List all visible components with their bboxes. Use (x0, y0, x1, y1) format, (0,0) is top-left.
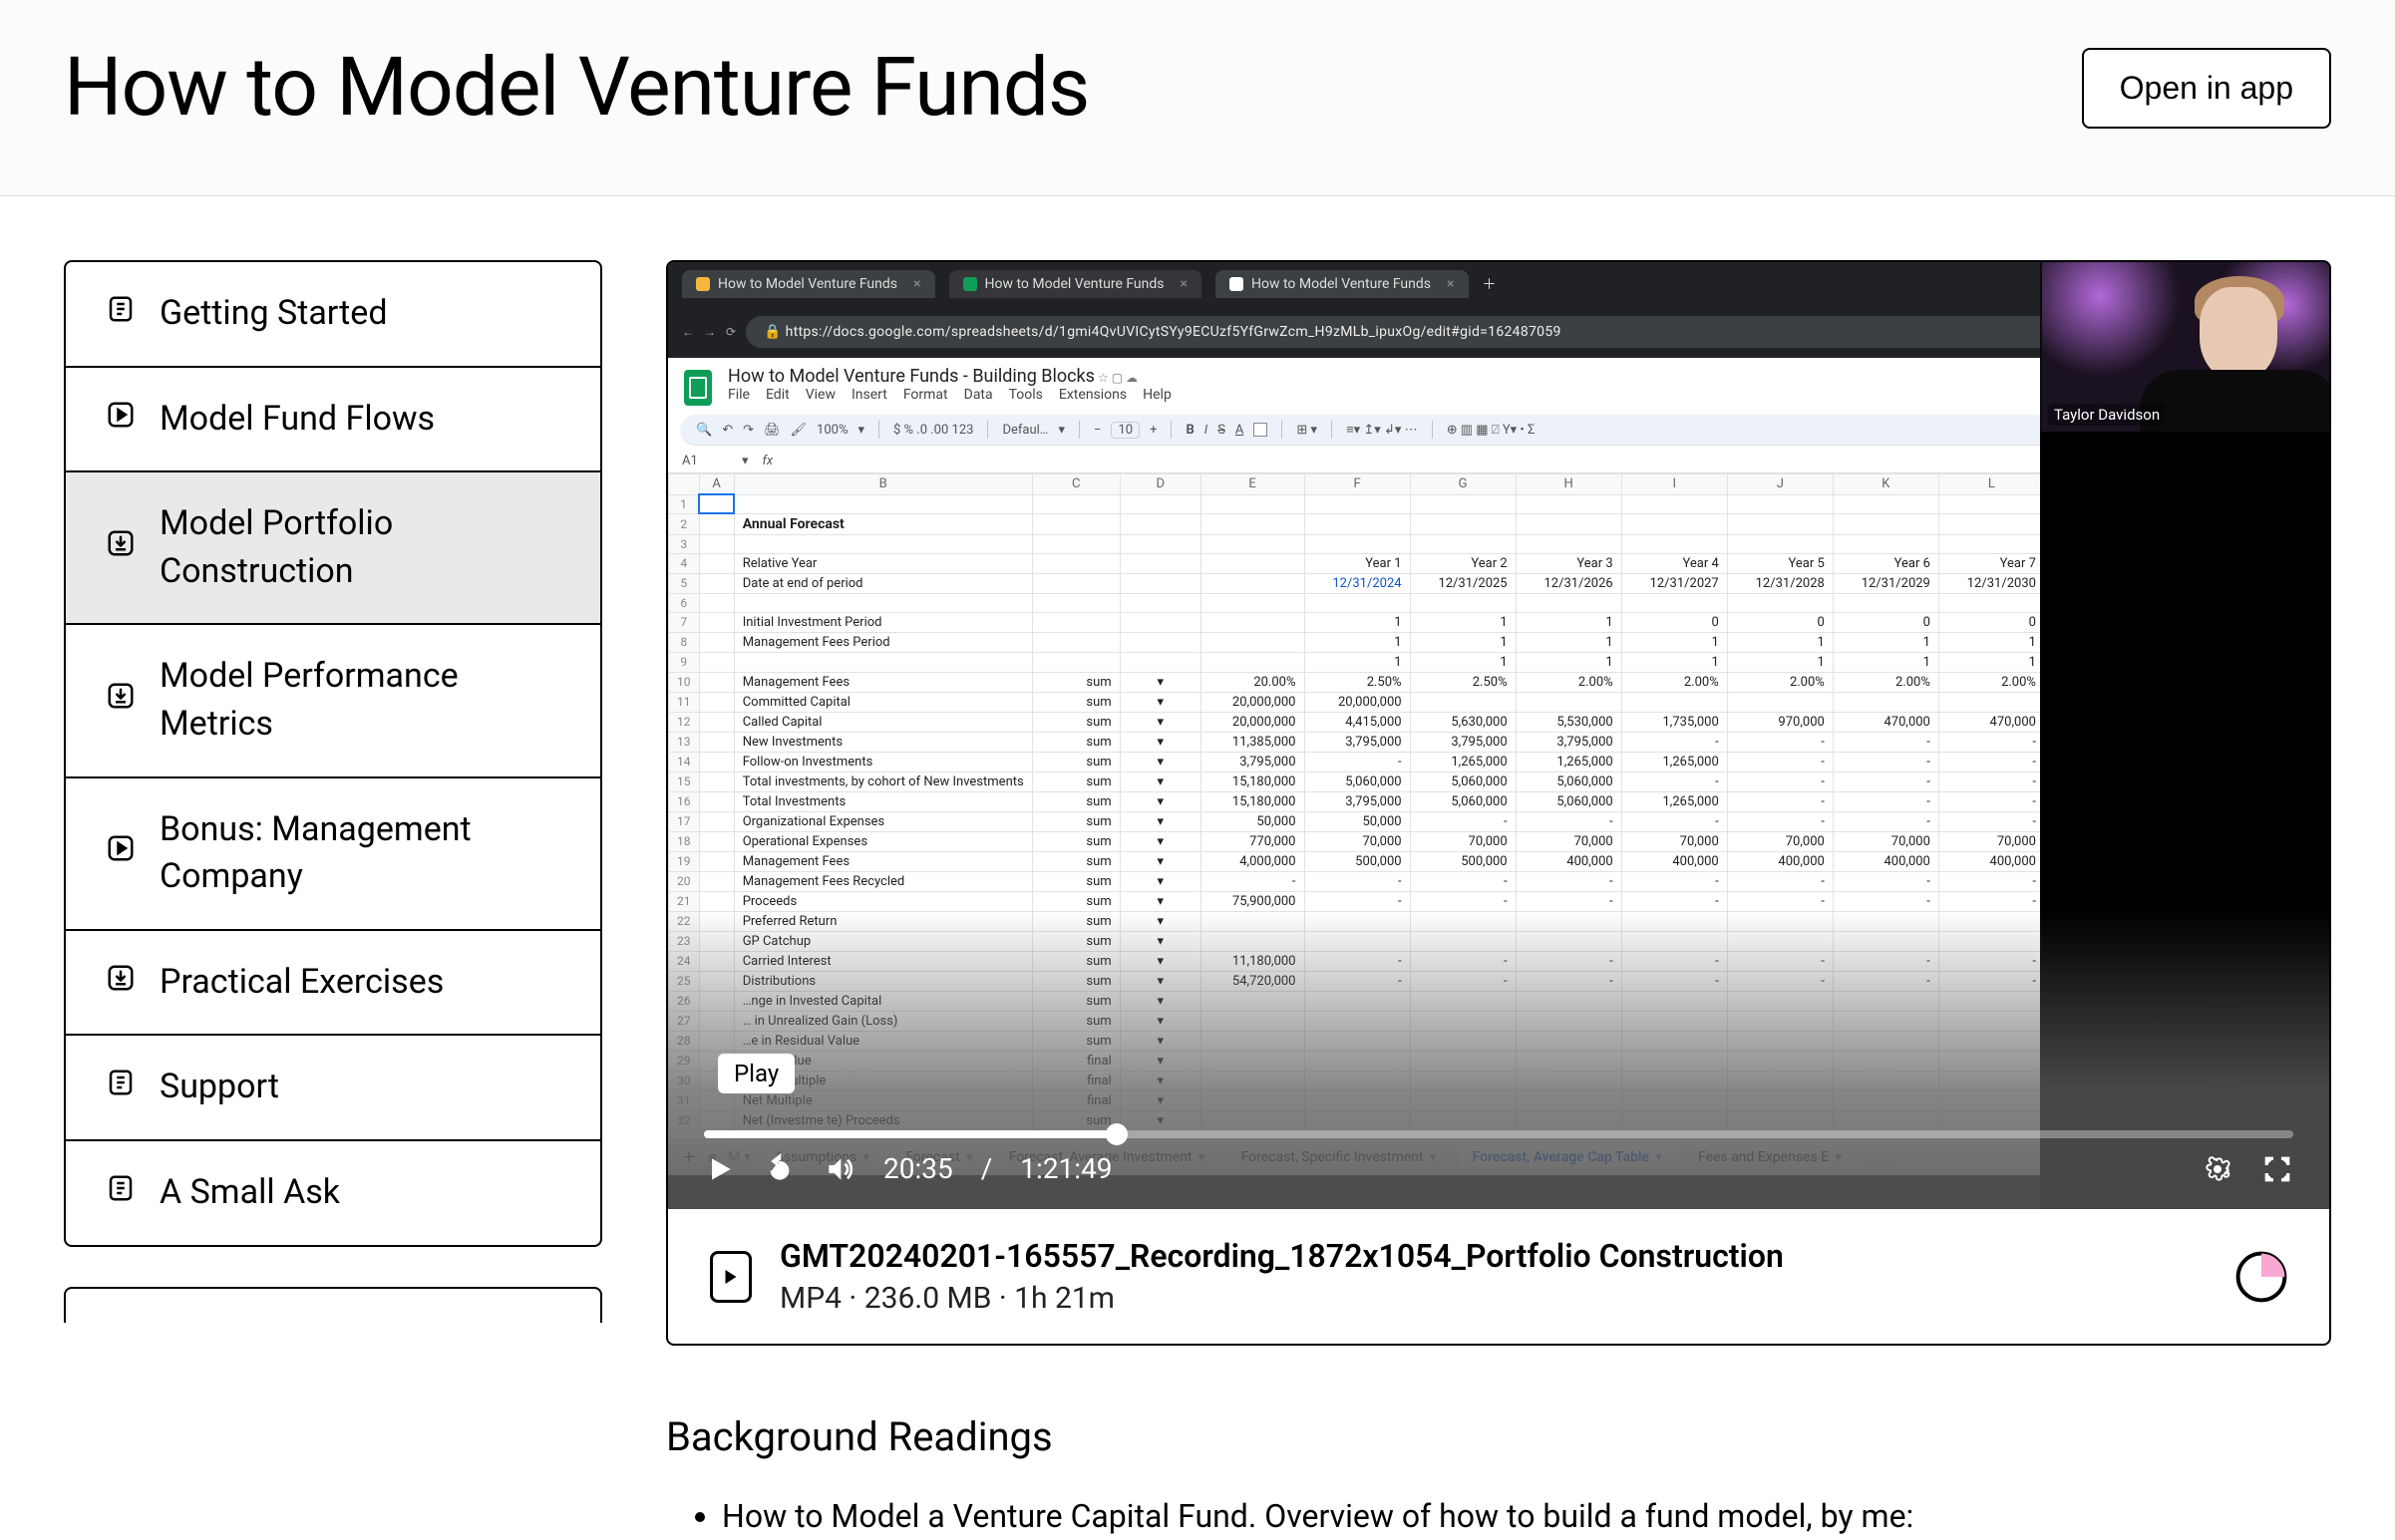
sidebar-item-label: Model Portfolio Construction (160, 500, 560, 595)
sidebar-item[interactable]: Model Fund Flows (66, 368, 600, 473)
redo-icon: ↷ (743, 423, 754, 438)
progress-ring (2235, 1251, 2287, 1303)
lesson-nav: Getting Started Model Fund Flows Model Por… (64, 260, 602, 1247)
star-icon: ☆ (1098, 371, 1109, 385)
doc-icon (106, 1169, 136, 1217)
print-icon: 🖨 (764, 423, 781, 438)
reading-item: How to Model a Venture Capital Fund. Ove… (722, 1492, 2331, 1540)
video-scrubber[interactable] (704, 1130, 2293, 1138)
readings-heading: Background Readings (666, 1413, 2331, 1460)
menu-item: File (728, 387, 750, 403)
sidebar-item[interactable]: Getting Started (66, 262, 600, 368)
download-icon (106, 677, 136, 725)
sidebar-item-label: Model Fund Flows (160, 396, 435, 444)
volume-icon[interactable] (824, 1153, 855, 1185)
browser-tab: How to Model Venture Funds× (1215, 270, 1469, 298)
fullscreen-icon[interactable] (2261, 1153, 2293, 1185)
video-player[interactable]: How to Model Venture Funds× How to Model … (668, 262, 2329, 1209)
video-file-icon (710, 1251, 752, 1303)
play-icon (106, 396, 136, 444)
sidebar-item-label: Model Performance Metrics (160, 653, 560, 748)
video-current-time: 20:35 (883, 1152, 953, 1185)
search-icon: 🔍 (696, 423, 712, 438)
main-content: How to Model Venture Funds× How to Model … (666, 260, 2331, 1540)
undo-icon: ↶ (722, 423, 733, 438)
page-header: How to Model Venture Funds Open in app (0, 0, 2395, 196)
sidebar-item[interactable]: A Small Ask (66, 1141, 600, 1245)
open-in-app-button[interactable]: Open in app (2082, 48, 2331, 129)
lesson-nav-next-card (64, 1287, 602, 1323)
video-filename: GMT20240201-165557_Recording_1872x1054_P… (780, 1237, 2208, 1275)
menu-bar: File Edit View Insert Format Data Tools Extensi… (728, 387, 1229, 409)
page-title: How to Model Venture Funds (64, 40, 1089, 136)
readings-list: How to Model a Venture Capital Fund. Ove… (666, 1492, 2331, 1540)
sidebar-item-label: A Small Ask (160, 1169, 340, 1217)
browser-tab: How to Model Venture Funds× (682, 270, 935, 298)
back-icon: ← (682, 325, 694, 339)
menu-item: Help (1143, 387, 1172, 403)
sheets-logo-icon (684, 370, 712, 406)
sidebar: Getting Started Model Fund Flows Model Por… (64, 260, 602, 1540)
move-icon: ▢ (1112, 371, 1123, 385)
sidebar-item[interactable]: Support (66, 1036, 600, 1141)
paint-icon: 🖌 (791, 423, 808, 438)
video-meta: GMT20240201-165557_Recording_1872x1054_P… (668, 1209, 2329, 1344)
menu-item: Tools (1009, 387, 1043, 403)
sidebar-item[interactable]: Bonus: Management Company (66, 778, 600, 931)
svg-text:10: 10 (775, 1167, 787, 1180)
sidebar-item-label: Bonus: Management Company (160, 806, 560, 901)
settings-icon[interactable] (2202, 1153, 2233, 1185)
sidebar-item[interactable]: Model Performance Metrics (66, 625, 600, 777)
forward-icon: → (704, 325, 716, 339)
doc-icon (106, 1064, 136, 1111)
fx-icon: fx (763, 454, 774, 468)
reload-icon: ⟳ (726, 325, 736, 339)
presenter-panel-bg (2040, 432, 2329, 1209)
presenter-webcam: Taylor Davidson (2040, 262, 2329, 432)
sidebar-item[interactable]: Practical Exercises (66, 931, 600, 1037)
download-icon (106, 959, 136, 1007)
video-card: How to Model Venture Funds× How to Model … (666, 260, 2331, 1346)
new-tab-icon: ＋ (1483, 274, 1497, 294)
browser-tab: How to Model Venture Funds× (949, 270, 1202, 298)
sidebar-item[interactable]: Model Portfolio Construction (66, 472, 600, 625)
play-icon[interactable] (704, 1153, 736, 1185)
menu-item: Data (964, 387, 993, 403)
spreadsheet-title: How to Model Venture Funds - Building Bl… (728, 366, 1095, 387)
presenter-name: Taylor Davidson (2048, 404, 2166, 426)
menu-item: Format (903, 387, 948, 403)
download-icon (106, 524, 136, 572)
video-duration: 1:21:49 (1020, 1152, 1112, 1185)
video-fileinfo: MP4 · 236.0 MB · 1h 21m (780, 1281, 2208, 1316)
sidebar-item-label: Practical Exercises (160, 959, 444, 1007)
video-controls: 10 20:35 / 1:21:49 (668, 1112, 2329, 1209)
doc-icon (106, 290, 136, 338)
play-tooltip: Play (718, 1054, 795, 1093)
play-icon (106, 829, 136, 877)
sidebar-item-label: Getting Started (160, 290, 388, 338)
rewind10-icon[interactable]: 10 (764, 1153, 796, 1185)
menu-item: Edit (766, 387, 790, 403)
cloud-icon: ☁ (1126, 371, 1138, 385)
sidebar-item-label: Support (160, 1064, 279, 1111)
menu-item: View (806, 387, 836, 403)
zoom-select: 100% (817, 423, 848, 438)
menu-item: Insert (852, 387, 887, 403)
menu-item: Extensions (1059, 387, 1127, 403)
